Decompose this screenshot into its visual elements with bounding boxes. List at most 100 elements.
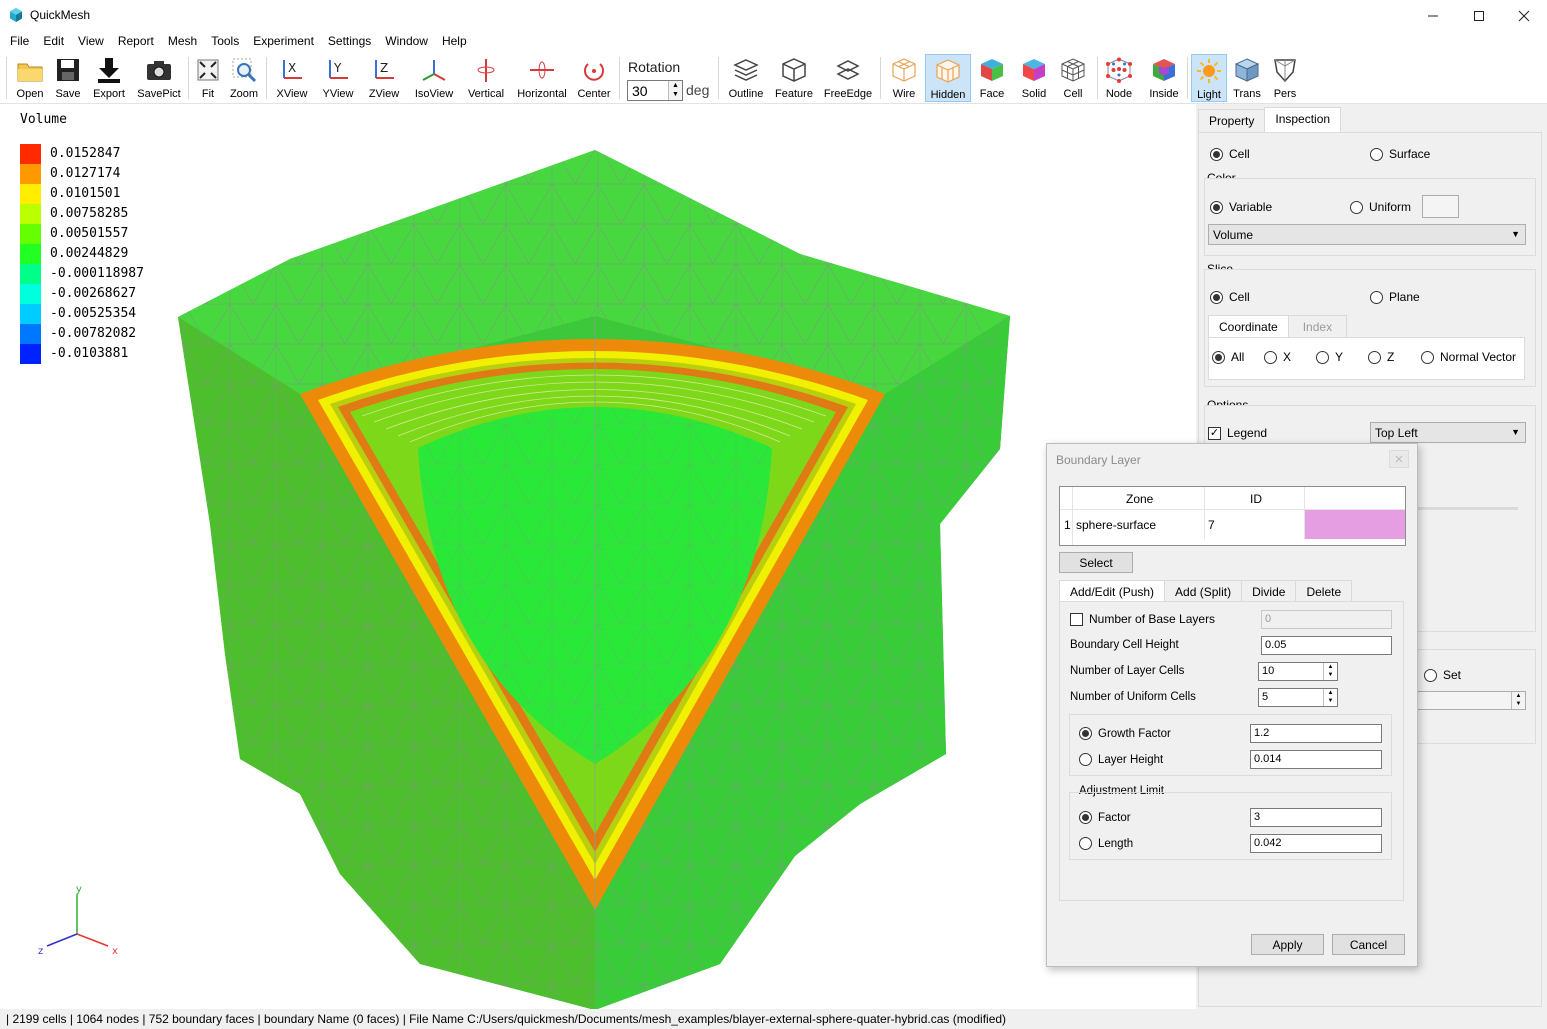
close-window-button[interactable] <box>1501 0 1547 31</box>
minimize-button[interactable] <box>1410 0 1456 31</box>
solid-cube-icon <box>1023 59 1045 81</box>
pers-button[interactable]: Pers <box>1269 54 1301 102</box>
legend-value: -0.000118987 <box>50 266 144 281</box>
growth-factor-radio[interactable]: Growth Factor <box>1079 727 1171 740</box>
outline-layers-icon <box>733 59 759 81</box>
length-radio[interactable]: Length <box>1079 837 1133 850</box>
growth-factor-input[interactable]: 1.2 <box>1250 724 1382 743</box>
set-radio[interactable]: Set <box>1424 668 1461 682</box>
chevron-down-icon: ▼ <box>1511 229 1520 239</box>
cell-button[interactable]: Cell <box>1058 54 1088 102</box>
menu-file[interactable]: File <box>3 31 36 51</box>
zoom-button[interactable]: Zoom <box>228 54 260 102</box>
factor-input[interactable]: 3 <box>1250 808 1382 827</box>
color-variable-radio[interactable]: Variable <box>1210 200 1272 214</box>
hidden-button[interactable]: Hidden <box>925 54 971 102</box>
light-button[interactable]: Light <box>1191 54 1227 102</box>
fit-button[interactable]: Fit <box>194 54 222 102</box>
coord-z-radio[interactable]: Z <box>1368 350 1394 364</box>
inside-button[interactable]: Inside <box>1146 54 1182 102</box>
menu-window[interactable]: Window <box>378 31 435 51</box>
coord-all-radio[interactable]: All <box>1212 350 1244 364</box>
folder-icon <box>17 63 43 82</box>
rotation-stepper[interactable]: 30 ▲ ▼ <box>627 80 683 101</box>
yview-button[interactable]: Y YView <box>319 54 357 102</box>
freeedge-button[interactable]: FreeEdge <box>822 54 874 102</box>
save-button[interactable]: Save <box>53 54 83 102</box>
cancel-button[interactable]: Cancel <box>1332 934 1405 955</box>
uniform-cells-stepper[interactable]: 5 ▲ ▼ <box>1258 688 1338 707</box>
tab-inspection[interactable]: Inspection <box>1264 107 1342 133</box>
menu-help[interactable]: Help <box>435 31 474 51</box>
hidden-line-cube-icon <box>936 59 960 83</box>
rotation-spin[interactable]: ▲ ▼ <box>668 81 682 100</box>
dialog-close-button[interactable] <box>1389 450 1409 468</box>
legend-position-select[interactable]: Top Left ▼ <box>1370 422 1526 443</box>
zone-color-cell[interactable] <box>1305 510 1405 539</box>
base-layers-checkbox[interactable]: Number of Base Layers <box>1070 612 1215 626</box>
coord-normal-radio[interactable]: Normal Vector <box>1421 350 1516 364</box>
set-stepper[interactable]: ▲ ▼ <box>1416 691 1526 710</box>
vertical-button[interactable]: Vertical <box>465 54 507 102</box>
open-button[interactable]: Open <box>14 54 46 102</box>
factor-radio[interactable]: Factor <box>1079 811 1131 824</box>
isoview-button[interactable]: IsoView <box>411 54 457 102</box>
export-button[interactable]: Export <box>91 54 127 102</box>
slice-plane-radio[interactable]: Plane <box>1370 290 1420 304</box>
length-input[interactable]: 0.042 <box>1250 834 1382 853</box>
table-row[interactable]: 1 sphere-surface 7 <box>1060 510 1405 539</box>
options-slider-track[interactable] <box>1416 507 1518 510</box>
cell-height-input[interactable]: 0.05 <box>1261 636 1392 655</box>
uniform-cells-label: Number of Uniform Cells <box>1070 691 1196 703</box>
status-bar: | 2199 cells | 1064 nodes | 752 boundary… <box>0 1009 1547 1029</box>
uniform-cells-spin[interactable]: ▲ ▼ <box>1323 689 1337 706</box>
set-spin[interactable]: ▲ ▼ <box>1511 692 1525 709</box>
solid-button[interactable]: Solid <box>1017 54 1051 102</box>
layer-cells-spin[interactable]: ▲ ▼ <box>1323 663 1337 680</box>
color-variable-select[interactable]: Volume ▼ <box>1208 224 1526 245</box>
layer-cells-stepper[interactable]: 10 ▲ ▼ <box>1258 662 1338 681</box>
node-button[interactable]: Node <box>1103 54 1135 102</box>
feature-button[interactable]: Feature <box>773 54 815 102</box>
svg-text:Z: Z <box>380 61 388 75</box>
legend-value: -0.00268627 <box>50 286 137 301</box>
legend-value: 0.0101501 <box>50 186 121 201</box>
3d-viewport[interactable]: y x z Volume 0.0152847 0.0127174 0.0101501… <box>0 104 1196 1009</box>
tab-property[interactable]: Property <box>1198 109 1266 133</box>
savepict-button[interactable]: SavePict <box>136 54 182 102</box>
menu-experiment[interactable]: Experiment <box>246 31 321 51</box>
tab-index[interactable]: Index <box>1287 315 1348 339</box>
mesh-render[interactable]: y x z <box>0 104 1196 1009</box>
layer-height-input[interactable]: 0.014 <box>1250 750 1382 769</box>
xview-button[interactable]: X XView <box>273 54 311 102</box>
menu-tools[interactable]: Tools <box>204 31 246 51</box>
coord-x-radio[interactable]: X <box>1264 350 1291 364</box>
zview-button[interactable]: Z ZView <box>365 54 403 102</box>
slice-cell-radio[interactable]: Cell <box>1210 290 1250 304</box>
legend-checkbox[interactable]: ✓ Legend <box>1208 426 1267 440</box>
tab-coordinate[interactable]: Coordinate <box>1208 315 1289 339</box>
select-button[interactable]: Select <box>1059 552 1133 573</box>
maximize-button[interactable] <box>1456 0 1502 31</box>
wire-button[interactable]: Wire <box>887 54 921 102</box>
mode-cell-radio[interactable]: Cell <box>1210 147 1250 161</box>
color-uniform-radio[interactable]: Uniform <box>1350 200 1411 214</box>
horizontal-button[interactable]: Horizontal <box>514 54 570 102</box>
check-icon: ✓ <box>1208 426 1221 440</box>
menu-report[interactable]: Report <box>111 31 161 51</box>
face-button[interactable]: Face <box>976 54 1008 102</box>
apply-button[interactable]: Apply <box>1251 934 1324 955</box>
outline-button[interactable]: Outline <box>726 54 766 102</box>
layer-height-radio[interactable]: Layer Height <box>1079 753 1163 766</box>
cell-height-label: Boundary Cell Height <box>1070 639 1179 651</box>
menu-edit[interactable]: Edit <box>36 31 71 51</box>
coord-y-radio[interactable]: Y <box>1316 350 1343 364</box>
uniform-color-swatch[interactable] <box>1422 195 1459 218</box>
mode-surface-radio[interactable]: Surface <box>1370 147 1430 161</box>
menu-view[interactable]: View <box>71 31 111 51</box>
center-button[interactable]: Center <box>576 54 612 102</box>
menu-mesh[interactable]: Mesh <box>161 31 204 51</box>
menu-settings[interactable]: Settings <box>321 31 378 51</box>
trans-button[interactable]: Trans <box>1230 54 1264 102</box>
base-layers-input[interactable]: 0 <box>1261 610 1392 629</box>
